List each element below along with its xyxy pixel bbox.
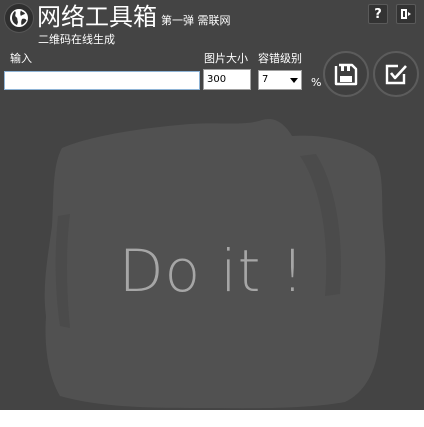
- input-label: 输入: [10, 52, 32, 65]
- preview-placeholder-text: Do it !: [118, 237, 306, 305]
- content-input[interactable]: [4, 71, 200, 90]
- tolerance-value: 7: [262, 74, 269, 85]
- help-icon: ?: [374, 6, 382, 22]
- tolerance-select[interactable]: 7: [258, 70, 302, 90]
- app-description: 二维码在线生成: [38, 33, 115, 46]
- exit-icon: [401, 9, 411, 19]
- size-label: 图片大小: [204, 52, 248, 65]
- app-title: 网络工具箱: [37, 3, 157, 31]
- app-subtitle: 第一弹 需联网: [161, 14, 231, 27]
- confirm-button[interactable]: [373, 51, 419, 97]
- save-button[interactable]: [323, 51, 369, 97]
- percent-suffix: %: [311, 76, 322, 89]
- tolerance-label: 容错级别: [258, 52, 302, 65]
- help-button[interactable]: ?: [368, 4, 388, 24]
- size-input[interactable]: [203, 69, 251, 90]
- chevron-down-icon: [290, 78, 298, 83]
- checkbox-edit-icon: [385, 64, 407, 85]
- exit-button[interactable]: [396, 4, 416, 24]
- globe-icon[interactable]: [5, 4, 33, 32]
- save-icon: [334, 63, 358, 86]
- app-window: 网络工具箱 第一弹 需联网 二维码在线生成 ? 输入 图片大小 容错级别 7 %: [0, 0, 424, 410]
